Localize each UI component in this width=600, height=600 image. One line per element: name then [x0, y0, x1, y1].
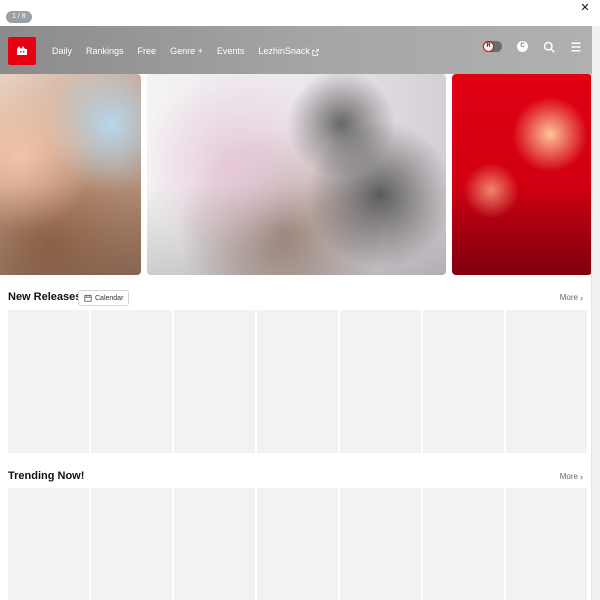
viewer-overlay-bar: 1 / 8 ✕: [0, 0, 600, 26]
nav-item-genre[interactable]: Genre +: [170, 46, 203, 56]
nav-item-free[interactable]: Free: [138, 46, 157, 56]
chevron-right-icon: ›: [580, 471, 583, 482]
comic-card-placeholder[interactable]: [423, 488, 504, 600]
main-nav: Daily Rankings Free Genre + Events Lezhi…: [52, 46, 319, 56]
menu-icon[interactable]: [570, 40, 582, 52]
comic-card-placeholder[interactable]: [174, 488, 255, 600]
nav-item-label: LezhinSnack: [258, 46, 310, 56]
comic-card-placeholder[interactable]: [506, 488, 587, 600]
section-title-new-releases: New Releases: [8, 291, 82, 303]
toggle-knob: R: [483, 40, 494, 52]
more-link-new-releases[interactable]: More ›: [560, 293, 583, 302]
trending-row: [8, 488, 587, 600]
comic-card-placeholder[interactable]: [340, 310, 421, 453]
nav-item-rankings[interactable]: Rankings: [86, 46, 124, 56]
comic-card-placeholder[interactable]: [91, 488, 172, 600]
nav-item-lezhinsnack[interactable]: LezhinSnack: [258, 46, 319, 56]
comic-card-placeholder[interactable]: [423, 310, 504, 453]
external-link-icon: [312, 48, 319, 56]
new-releases-row: [8, 310, 587, 453]
more-link-trending-now[interactable]: More ›: [560, 472, 583, 481]
nav-item-events[interactable]: Events: [217, 46, 245, 56]
carousel-banner[interactable]: [452, 74, 592, 275]
comic-card-placeholder[interactable]: [8, 310, 89, 453]
carousel-banner[interactable]: [0, 74, 141, 275]
comic-card-placeholder[interactable]: [340, 488, 421, 600]
comic-card-placeholder[interactable]: [91, 310, 172, 453]
search-icon[interactable]: [543, 40, 555, 53]
section-title-trending-now: Trending Now!: [8, 470, 85, 482]
calendar-label: Calendar: [95, 294, 124, 302]
more-label: More: [559, 293, 578, 302]
nav-item-label: Genre +: [170, 46, 203, 56]
coin-icon[interactable]: C: [517, 40, 528, 52]
calendar-button[interactable]: Calendar: [78, 290, 130, 306]
nav-item-label: Rankings: [86, 46, 124, 56]
lezhin-logo-icon[interactable]: [8, 37, 36, 65]
close-icon[interactable]: ✕: [578, 1, 592, 15]
comic-card-placeholder[interactable]: [506, 310, 587, 453]
comic-card-placeholder[interactable]: [257, 310, 338, 453]
nav-item-label: Events: [216, 46, 245, 56]
nav-item-label: Daily: [52, 46, 73, 56]
header-actions: R C: [483, 40, 582, 53]
comic-card-placeholder[interactable]: [8, 488, 89, 600]
comic-card-placeholder[interactable]: [257, 488, 338, 600]
calendar-icon: [84, 294, 92, 302]
chevron-right-icon: ›: [580, 292, 583, 303]
adult-content-toggle[interactable]: R: [483, 40, 502, 52]
hero-carousel: [0, 74, 592, 275]
nav-item-daily[interactable]: Daily: [52, 46, 72, 56]
carousel-banner[interactable]: [147, 74, 446, 275]
more-label: More: [559, 472, 578, 481]
page-indicator: 1 / 8: [6, 11, 32, 23]
nav-item-label: Free: [137, 46, 157, 56]
scrollbar-gutter[interactable]: [591, 26, 600, 600]
comic-card-placeholder[interactable]: [174, 310, 255, 453]
site-header: Daily Rankings Free Genre + Events Lezhi…: [0, 26, 592, 74]
